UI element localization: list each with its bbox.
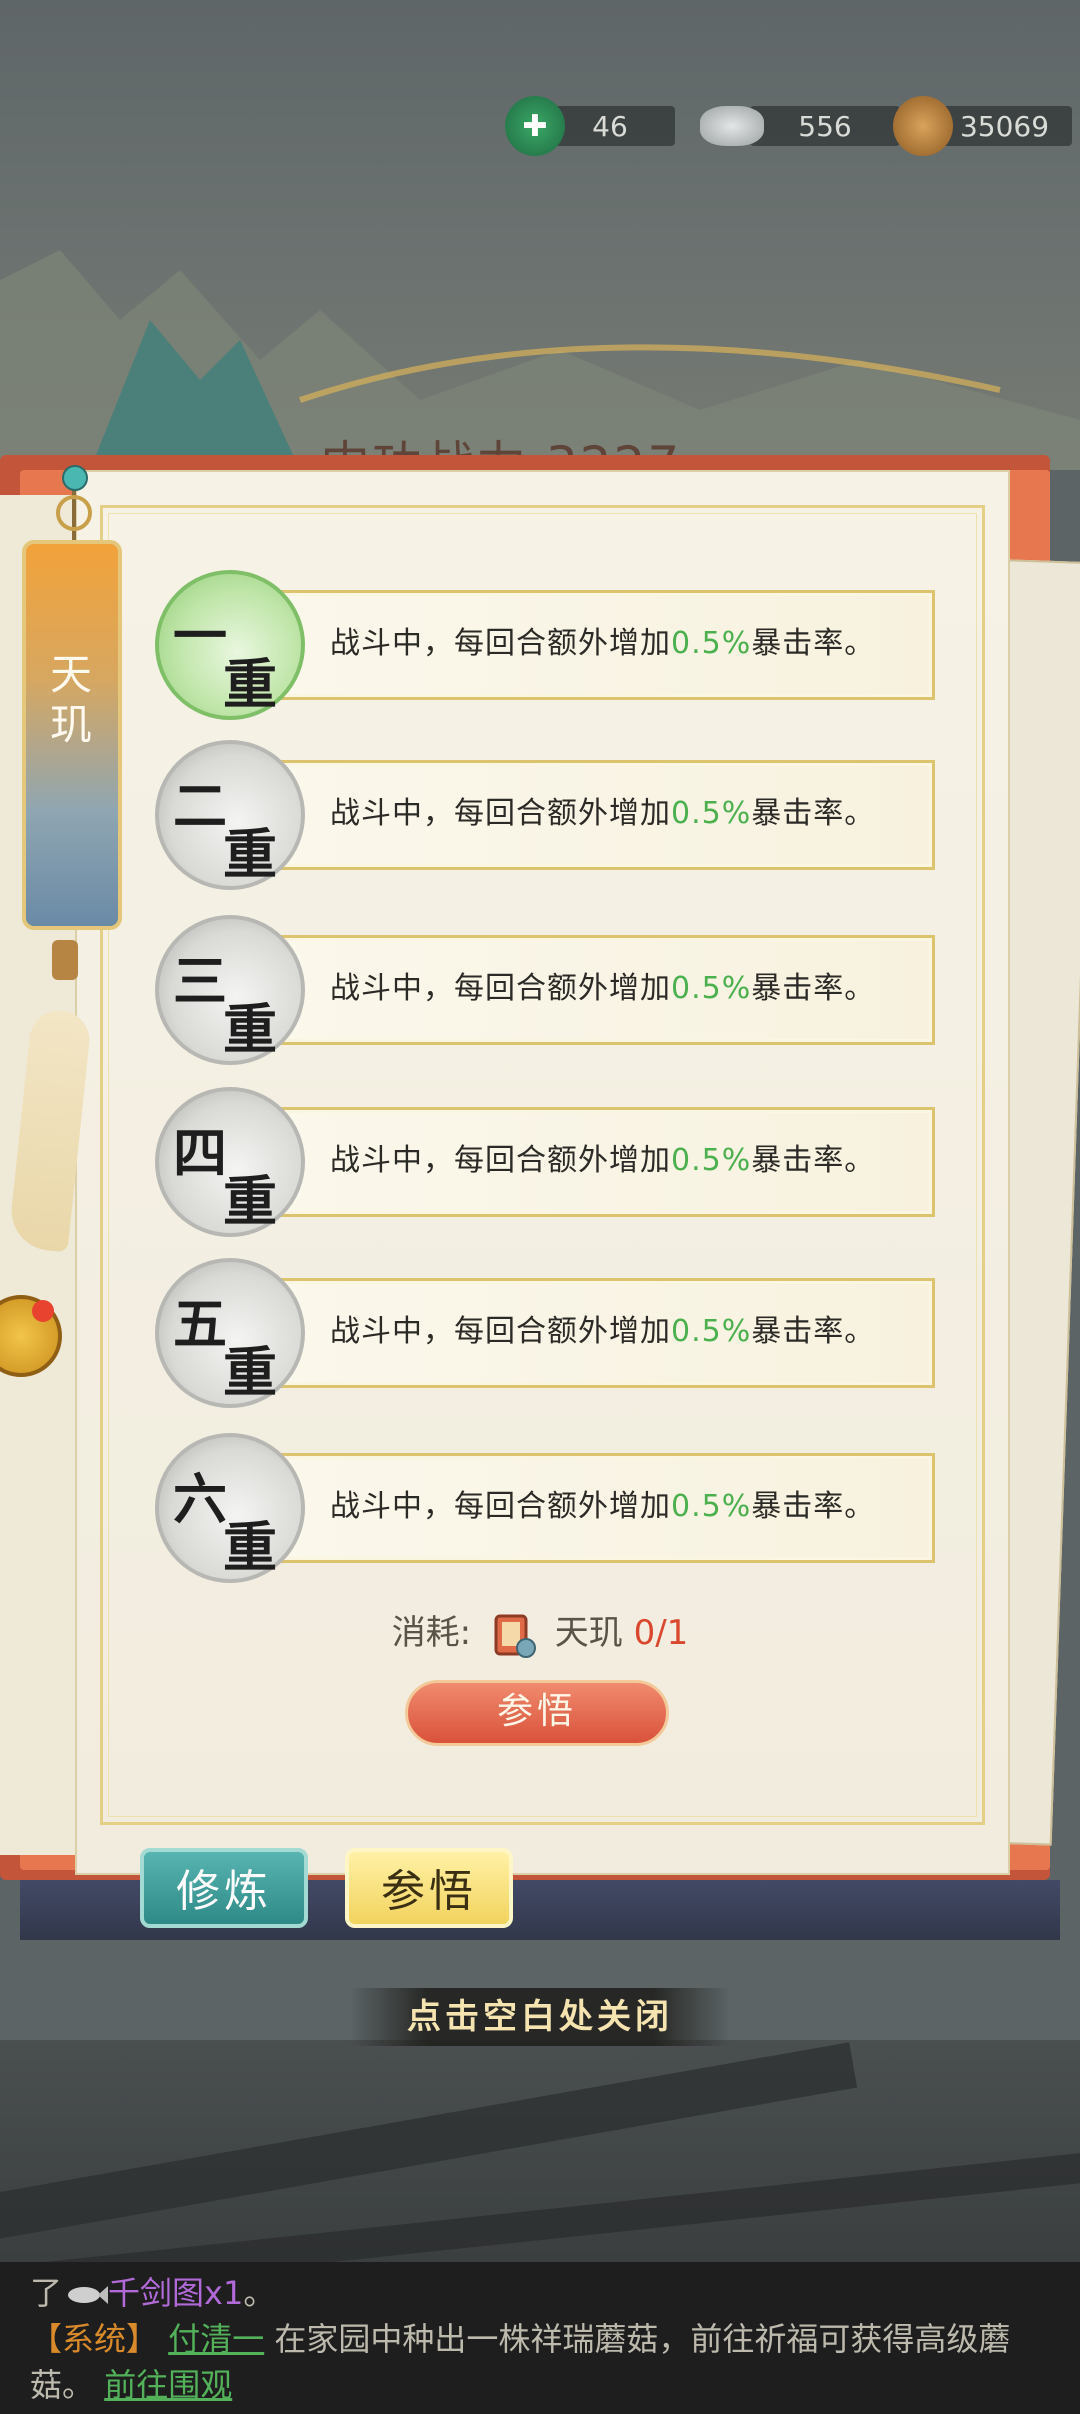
side-tag-label: 天玑 <box>49 650 92 749</box>
consume-label: 消耗: <box>391 1613 472 1653</box>
tab-comprehend[interactable]: 参悟 <box>345 1848 513 1928</box>
silver-count: 556 <box>750 106 900 146</box>
copper-count: 35069 <box>937 106 1072 146</box>
tier-row-2[interactable]: 战斗中，每回合额外增加0.5%暴击率。 二重 <box>155 740 940 890</box>
tier-description: 战斗中，每回合额外增加0.5%暴击率。 <box>330 796 876 831</box>
chat-line: 【系统】 付清一 在家园中种出一株祥瑞蘑菇，前往祈福可获得高级蘑 <box>30 2320 1011 2358</box>
consume-count: 0/1 <box>633 1613 689 1653</box>
currency-jade[interactable]: ✚ 46 <box>505 96 675 156</box>
tag-bead <box>62 465 88 491</box>
tier-seal-locked: 三重 <box>155 915 305 1065</box>
consume-line: 消耗: 天玑 0/1 <box>0 1605 1080 1662</box>
scroll-item-icon <box>494 1614 536 1658</box>
currency-silver: 556 <box>700 100 900 152</box>
tier-seal-locked: 二重 <box>155 740 305 890</box>
tier-description: 战斗中，每回合额外增加0.5%暴击率。 <box>330 1143 876 1178</box>
player-link[interactable]: 付清一 <box>168 2320 264 2358</box>
tier-description: 战斗中，每回合额外增加0.5%暴击率。 <box>330 626 876 661</box>
tier-seal-locked: 六重 <box>155 1433 305 1583</box>
silver-ingot-icon <box>700 106 764 146</box>
currency-copper: 35069 <box>893 96 1072 156</box>
tier-seal-locked: 四重 <box>155 1087 305 1237</box>
tassel-knot <box>52 940 78 980</box>
tier-row-3[interactable]: 战斗中，每回合额外增加0.5%暴击率。 三重 <box>155 915 940 1065</box>
comprehend-button[interactable]: 参悟 <box>405 1680 669 1746</box>
consume-item-name: 天玑 <box>554 1613 623 1653</box>
chat-line: 菇。 前往围观 <box>30 2366 233 2404</box>
tier-seal-active: 一重 <box>155 570 305 720</box>
go-watch-link[interactable]: 前往围观 <box>104 2366 232 2404</box>
notification-dot <box>32 1300 54 1322</box>
tier-row-1[interactable]: 战斗中，每回合额外增加0.5%暴击率。 一重 <box>155 570 940 720</box>
tier-seal-locked: 五重 <box>155 1258 305 1408</box>
chat-log[interactable]: 了千剑图x1。 【系统】 付清一 在家园中种出一株祥瑞蘑菇，前往祈福可获得高级蘑… <box>0 2262 1080 2414</box>
tag-ring <box>56 495 92 531</box>
tier-description: 战斗中，每回合额外增加0.5%暴击率。 <box>330 1489 876 1524</box>
fish-icon <box>68 2286 109 2304</box>
jade-dragon-icon: ✚ <box>505 96 565 156</box>
close-hint[interactable]: 点击空白处关闭 <box>350 1988 730 2046</box>
tier-row-6[interactable]: 战斗中，每回合额外增加0.5%暴击率。 六重 <box>155 1433 940 1583</box>
tier-description: 战斗中，每回合额外增加0.5%暴击率。 <box>330 971 876 1006</box>
chat-line: 了千剑图x1。 <box>30 2274 276 2312</box>
tier-row-5[interactable]: 战斗中，每回合额外增加0.5%暴击率。 五重 <box>155 1258 940 1408</box>
tab-cultivate[interactable]: 修炼 <box>140 1848 308 1928</box>
tier-description: 战斗中，每回合额外增加0.5%暴击率。 <box>330 1314 876 1349</box>
tier-row-4[interactable]: 战斗中，每回合额外增加0.5%暴击率。 四重 <box>155 1087 940 1237</box>
copper-coins-icon <box>893 96 953 156</box>
